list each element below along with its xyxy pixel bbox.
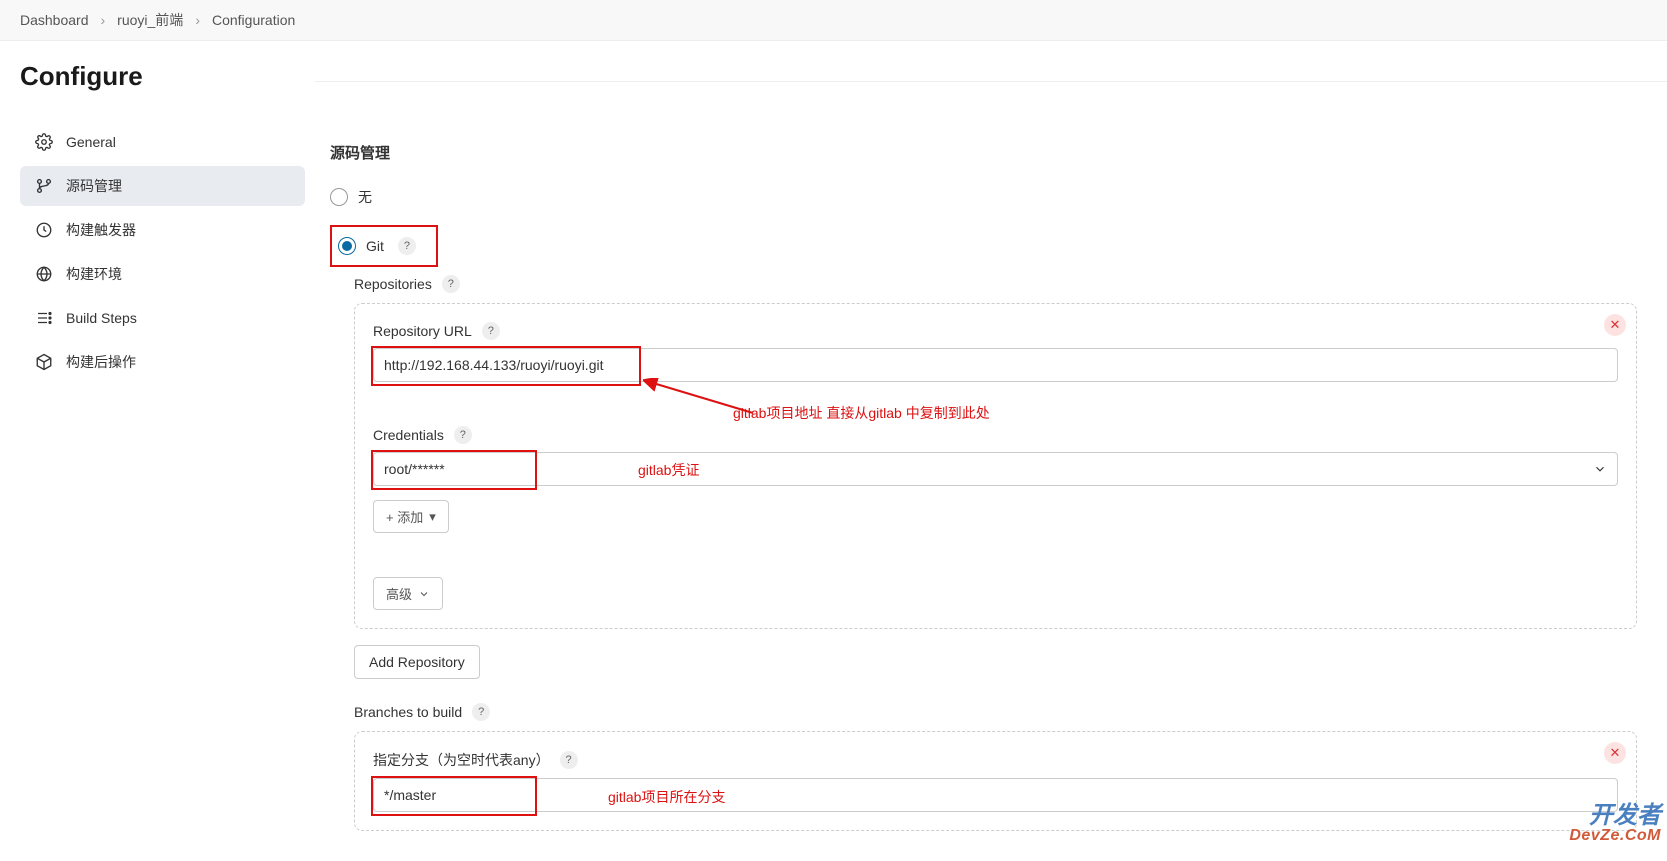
sidebar-item-label: General <box>66 134 116 150</box>
section-title: 源码管理 <box>330 142 1637 163</box>
globe-icon <box>34 264 54 284</box>
help-icon[interactable]: ? <box>454 426 472 444</box>
delete-button[interactable]: ✕ <box>1604 314 1626 336</box>
sidebar-item-scm[interactable]: 源码管理 <box>20 166 305 206</box>
main-content: 源码管理 无 Git ? Repositories ? ✕ <box>315 81 1667 861</box>
chevron-right-icon: › <box>101 12 106 28</box>
repo-url-label: Repository URL ? <box>373 322 1618 340</box>
branches-panel: ✕ 指定分支（为空时代表any） ? gitlab项目所在分支 <box>354 731 1637 831</box>
radio-icon <box>330 188 348 206</box>
sidebar-item-triggers[interactable]: 构建触发器 <box>20 210 305 250</box>
radio-git[interactable]: Git ? <box>338 237 416 255</box>
help-icon[interactable]: ? <box>442 275 460 293</box>
sidebar-item-label: Build Steps <box>66 310 137 326</box>
caret-down-icon: ▾ <box>429 509 436 525</box>
chevron-down-icon <box>418 588 430 600</box>
help-icon[interactable]: ? <box>472 703 490 721</box>
sidebar-item-label: 构建环境 <box>66 264 122 284</box>
credentials-label: Credentials ? <box>373 426 1618 444</box>
annotation-text: gitlab凭证 <box>638 460 699 480</box>
watermark: 开发者 DevZe.CoM <box>1569 804 1661 844</box>
chevron-down-icon <box>1593 462 1607 476</box>
sidebar-item-label: 构建触发器 <box>66 220 136 240</box>
advanced-button[interactable]: 高级 <box>373 577 443 610</box>
close-icon: ✕ <box>1610 745 1621 761</box>
repositories-label: Repositories ? <box>354 275 1637 293</box>
steps-icon <box>34 308 54 328</box>
help-icon[interactable]: ? <box>398 237 416 255</box>
branch-input[interactable] <box>373 778 1618 812</box>
sidebar-item-general[interactable]: General <box>20 122 305 162</box>
annotation-text: gitlab项目所在分支 <box>608 787 725 807</box>
repo-url-input[interactable] <box>373 348 1618 382</box>
repository-panel: ✕ Repository URL ? gitlab项目地址 直接从gitlab … <box>354 303 1637 629</box>
breadcrumb-item[interactable]: Dashboard <box>20 12 89 28</box>
sidebar: Configure General 源码管理 构建触发器 构建环境 <box>0 41 315 861</box>
sidebar-item-label: 构建后操作 <box>66 352 136 372</box>
close-icon: ✕ <box>1610 317 1621 333</box>
breadcrumb-item[interactable]: ruoyi_前端 <box>117 10 183 30</box>
radio-icon <box>338 237 356 255</box>
radio-label: Git <box>366 238 384 254</box>
annotation-text: gitlab项目地址 直接从gitlab 中复制到此处 <box>733 403 990 423</box>
add-repository-button[interactable]: Add Repository <box>354 645 480 679</box>
branches-label: Branches to build ? <box>354 703 1637 721</box>
breadcrumb: Dashboard › ruoyi_前端 › Configuration <box>0 0 1667 41</box>
package-icon <box>34 352 54 372</box>
sidebar-item-label: 源码管理 <box>66 176 122 196</box>
credentials-value: root/****** <box>384 461 445 477</box>
radio-none[interactable]: 无 <box>330 187 1637 207</box>
sidebar-item-build-steps[interactable]: Build Steps <box>20 298 305 338</box>
gear-icon <box>34 132 54 152</box>
branch-spec-label: 指定分支（为空时代表any） ? <box>373 750 1618 770</box>
help-icon[interactable]: ? <box>482 322 500 340</box>
clock-icon <box>34 220 54 240</box>
credentials-select[interactable]: root/****** <box>373 452 1618 486</box>
delete-button[interactable]: ✕ <box>1604 742 1626 764</box>
sidebar-item-post-build[interactable]: 构建后操作 <box>20 342 305 382</box>
add-credentials-button[interactable]: + 添加 ▾ <box>373 500 449 533</box>
radio-label: 无 <box>358 187 372 207</box>
help-icon[interactable]: ? <box>560 751 578 769</box>
page-title: Configure <box>20 61 305 92</box>
breadcrumb-item[interactable]: Configuration <box>212 12 295 28</box>
branch-icon <box>34 176 54 196</box>
chevron-right-icon: › <box>195 12 200 28</box>
sidebar-item-env[interactable]: 构建环境 <box>20 254 305 294</box>
